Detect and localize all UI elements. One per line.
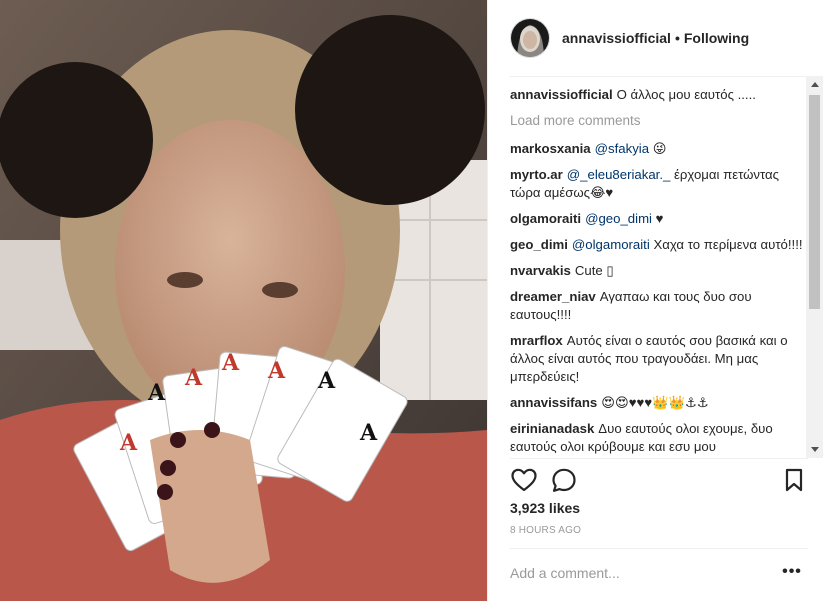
- header-separator: •: [674, 30, 680, 46]
- caption-text: Ο άλλος μου εαυτός .....: [616, 87, 756, 102]
- post-sidebar: annavissiofficial • Following annavissio…: [487, 0, 825, 601]
- scroll-down-arrow[interactable]: [806, 441, 823, 458]
- comment-item: mrarflox Αυτός είναι ο εαυτός σου βασικά …: [510, 332, 806, 386]
- comment-username[interactable]: dreamer_niav: [510, 289, 596, 304]
- comment-item: olgamoraiti @geo_dimi ♥: [510, 210, 806, 228]
- chevron-down-icon: [810, 447, 819, 452]
- actions-divider: [510, 458, 808, 459]
- comment-username[interactable]: nvarvakis: [510, 263, 571, 278]
- svg-text:A: A: [317, 368, 336, 394]
- comment-item: nvarvakis Cute ▯: [510, 262, 806, 280]
- more-options-button[interactable]: •••: [780, 562, 804, 582]
- comment-item: markosxania @sfakyia 😜: [510, 140, 806, 158]
- comment-username[interactable]: eirinianadask: [510, 421, 594, 436]
- comments-scrollbar[interactable]: [806, 76, 823, 458]
- heart-outline-icon[interactable]: [510, 466, 538, 494]
- add-comment-input[interactable]: [510, 557, 770, 589]
- ellipsis-icon: •••: [782, 563, 802, 580]
- post-timestamp[interactable]: 8 HOURS AGO: [510, 525, 581, 536]
- load-more-comments-button[interactable]: Load more comments: [510, 112, 806, 130]
- comment-item: annavissifans 😍😍♥♥♥👑👑⚓⚓: [510, 394, 806, 412]
- speech-bubble-icon[interactable]: [550, 466, 578, 494]
- bookmark-icon[interactable]: [780, 466, 808, 494]
- comment-text: 😍😍♥♥♥👑👑⚓⚓: [601, 395, 709, 410]
- post-header: annavissiofficial • Following: [488, 0, 825, 76]
- caption-username[interactable]: annavissiofficial: [510, 87, 613, 102]
- svg-text:A: A: [359, 420, 378, 446]
- comment-text: ♥: [651, 211, 664, 226]
- scroll-up-arrow[interactable]: [806, 76, 823, 93]
- comment-text: 😜: [649, 141, 667, 156]
- comment-username[interactable]: mrarflox: [510, 333, 563, 348]
- svg-text:A: A: [119, 430, 138, 456]
- comment-username[interactable]: olgamoraiti: [510, 211, 581, 226]
- comment-box-divider: [510, 548, 808, 549]
- comment-item: geo_dimi @olgamoraiti Χαχα το περίμενα αυ…: [510, 236, 806, 254]
- comment-mention[interactable]: @sfakyia: [595, 141, 649, 156]
- comment-text: Χαχα το περίμενα αυτό!!!!: [649, 237, 803, 252]
- likes-count[interactable]: 3,923 likes: [510, 500, 580, 516]
- svg-text:A: A: [267, 358, 286, 384]
- photo-illustration: A A A A A A A: [0, 0, 487, 601]
- caption: annavissiofficial Ο άλλος μου εαυτός ....…: [510, 86, 806, 104]
- comment-mention[interactable]: @geo_dimi: [585, 211, 652, 226]
- comment-item: eirinianadask Δυο εαυτούς ολοι εχουμε, δυ…: [510, 420, 806, 456]
- svg-text:A: A: [184, 365, 203, 391]
- comment-text: Cute ▯: [574, 263, 614, 278]
- header-divider: [510, 76, 808, 77]
- post-photo[interactable]: A A A A A A A: [0, 0, 487, 601]
- header-text: annavissiofficial • Following: [562, 30, 749, 46]
- scroll-thumb[interactable]: [809, 95, 820, 309]
- comment-mention[interactable]: @olgamoraiti: [572, 237, 650, 252]
- comments-list[interactable]: annavissiofficial Ο άλλος μου εαυτός ....…: [510, 86, 806, 458]
- comment-username[interactable]: myrto.ar: [510, 167, 563, 182]
- instagram-post: A A A A A A A annavissiofficial • Follow…: [0, 0, 825, 601]
- comment-username[interactable]: annavissifans: [510, 395, 597, 410]
- comment-item: myrto.ar @_eleu8eriakar._ έρχομαι πετώντα…: [510, 166, 806, 202]
- author-username[interactable]: annavissiofficial: [562, 30, 671, 46]
- avatar-image: [511, 19, 549, 57]
- comment-username[interactable]: markosxania: [510, 141, 591, 156]
- comment-username[interactable]: geo_dimi: [510, 237, 568, 252]
- svg-text:A: A: [221, 350, 240, 376]
- comment-mention[interactable]: @_eleu8eriakar._: [567, 167, 671, 182]
- action-bar: [510, 464, 808, 496]
- comment-item: dreamer_niav Αγαπαω και τους δυο σου εαυτ…: [510, 288, 806, 324]
- chevron-up-icon: [810, 82, 819, 87]
- svg-text:A: A: [147, 380, 166, 406]
- avatar[interactable]: [510, 18, 550, 58]
- following-button[interactable]: Following: [684, 30, 749, 46]
